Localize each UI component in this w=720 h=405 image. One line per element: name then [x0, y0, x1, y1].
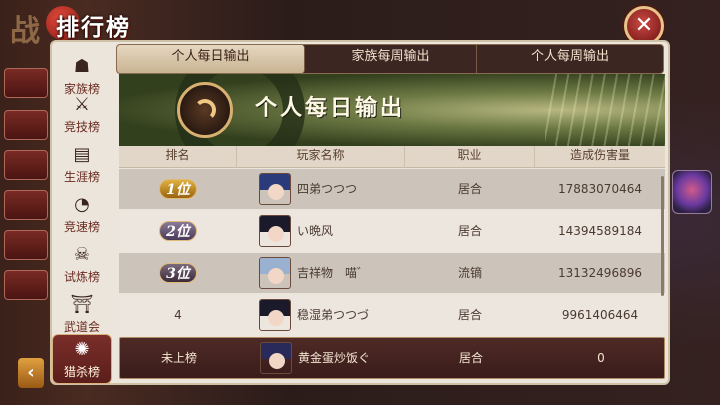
- rank-badge: 1位: [159, 179, 197, 199]
- background-button: [4, 110, 48, 140]
- player-class: 流镝: [457, 266, 482, 280]
- hunt-emblem-icon: ✺: [74, 339, 90, 360]
- damage-value: 13132496896: [558, 266, 642, 280]
- avatar-face: [268, 184, 284, 200]
- background-side-buttons: [0, 40, 50, 405]
- rank-badge: 3位: [159, 263, 197, 283]
- table-header: 排名 玩家名称 职业 造成伤害量: [119, 146, 665, 168]
- sidebar-item-label: 武道会: [63, 320, 100, 334]
- table-scrollbar[interactable]: [661, 176, 664, 296]
- player-name: 稳湿弟つつづ: [297, 308, 370, 322]
- my-rank: 未上榜: [160, 351, 197, 365]
- background-button: [4, 150, 48, 180]
- background-button: [4, 270, 48, 300]
- crossed-swords-icon: ⚔: [73, 94, 91, 115]
- avatar[interactable]: [259, 299, 291, 331]
- rank-cell: 1位: [119, 169, 237, 209]
- sidebar-item-label: 竞速榜: [63, 220, 100, 234]
- rank-badge: 2位: [159, 221, 197, 241]
- column-header: 排名: [119, 146, 237, 168]
- rank-cell: 4: [174, 308, 182, 322]
- sidebar-item-arena[interactable]: ⚔ 竞技榜: [52, 90, 112, 140]
- sidebar-item-trial[interactable]: ☠ 试炼榜: [52, 240, 112, 290]
- family-icon: ☗: [73, 56, 91, 77]
- background-button: [4, 230, 48, 260]
- page-title: 排行榜: [56, 14, 131, 41]
- player-name: 四弟つつつ: [297, 182, 358, 196]
- ranking-tabs: 个人每日输出 家族每周输出 个人每周输出: [116, 44, 664, 74]
- player-class: 居合: [457, 224, 482, 238]
- title-background-char: 战: [10, 14, 40, 49]
- sidebar-item-career[interactable]: ▤ 生涯榜: [52, 140, 112, 190]
- close-icon: ✕: [634, 13, 654, 38]
- avatar-face: [268, 268, 284, 284]
- background-button: [4, 68, 48, 98]
- hunt-emblem-icon: [177, 82, 233, 138]
- column-header: 职业: [405, 146, 535, 168]
- avatar-face: [268, 226, 284, 242]
- avatar[interactable]: [259, 173, 291, 205]
- tab-personal-daily[interactable]: 个人每日输出: [117, 45, 305, 73]
- sidebar-item-label: 试炼榜: [63, 270, 100, 284]
- my-damage: 0: [597, 351, 605, 365]
- sidebar-item-hunt[interactable]: ✺ 猎杀榜: [52, 334, 112, 384]
- sidebar-item-budokai[interactable]: ⛩ 武道会: [52, 290, 112, 340]
- tab-personal-weekly[interactable]: 个人每周输出: [477, 45, 663, 73]
- avatar[interactable]: [259, 257, 291, 289]
- sidebar-item-label: 竞技榜: [63, 120, 100, 134]
- stopwatch-icon: ◔: [74, 194, 90, 215]
- table-row[interactable]: 2位 い晩风 居合 14394589184: [119, 211, 665, 251]
- banner-decoration: [545, 74, 665, 146]
- sidebar-item-label: 猎杀榜: [63, 365, 100, 379]
- player-class: 居合: [457, 308, 482, 322]
- background-button: [4, 190, 48, 220]
- damage-value: 14394589184: [558, 224, 642, 238]
- ranking-sidebar: ☗ 家族榜 ⚔ 竞技榜 ▤ 生涯榜 ◔ 竞速榜 ☠ 试炼榜 ⛩ 武道会 ✺ 猎杀…: [52, 52, 112, 384]
- damage-value: 17883070464: [558, 182, 642, 196]
- column-header: 造成伤害量: [569, 148, 630, 162]
- sidebar-item-label: 生涯榜: [63, 170, 100, 184]
- sidebar-item-speed[interactable]: ◔ 竞速榜: [52, 190, 112, 240]
- left-arrow-button[interactable]: ‹: [18, 358, 44, 388]
- my-rank-row[interactable]: 未上榜 黄金蛋炒饭ぐ 居合 0: [119, 337, 665, 379]
- player-class: 居合: [457, 182, 482, 196]
- book-icon: ▤: [73, 144, 91, 165]
- column-header: 玩家名称: [237, 146, 405, 168]
- table-row[interactable]: 4 稳湿弟つつづ 居合 9961406464: [119, 295, 665, 335]
- table-row[interactable]: 3位 吉祥物 喵゛ 流镝 13132496896: [119, 253, 665, 293]
- avatar-face: [268, 310, 284, 326]
- my-class: 居合: [458, 351, 483, 365]
- avatar[interactable]: [259, 215, 291, 247]
- emblem-swirl: [194, 99, 216, 121]
- player-name: 吉祥物 喵゛: [297, 266, 370, 280]
- rank-cell: 2位: [119, 211, 237, 251]
- rank-cell: 3位: [119, 253, 237, 293]
- damage-value: 9961406464: [561, 308, 639, 322]
- dojo-icon: ⛩: [70, 294, 94, 315]
- my-name: 黄金蛋炒饭ぐ: [298, 351, 371, 365]
- table-row[interactable]: 1位 四弟つつつ 居合 17883070464: [119, 169, 665, 209]
- avatar-face: [269, 353, 285, 369]
- avatar[interactable]: [260, 342, 292, 374]
- category-banner: 个人每日输出: [119, 74, 665, 146]
- player-name: い晩风: [297, 224, 334, 238]
- background-character-icon: [672, 170, 712, 214]
- demon-mask-icon: ☠: [73, 244, 91, 265]
- tab-family-weekly[interactable]: 家族每周输出: [305, 45, 477, 73]
- banner-title: 个人每日输出: [255, 95, 406, 121]
